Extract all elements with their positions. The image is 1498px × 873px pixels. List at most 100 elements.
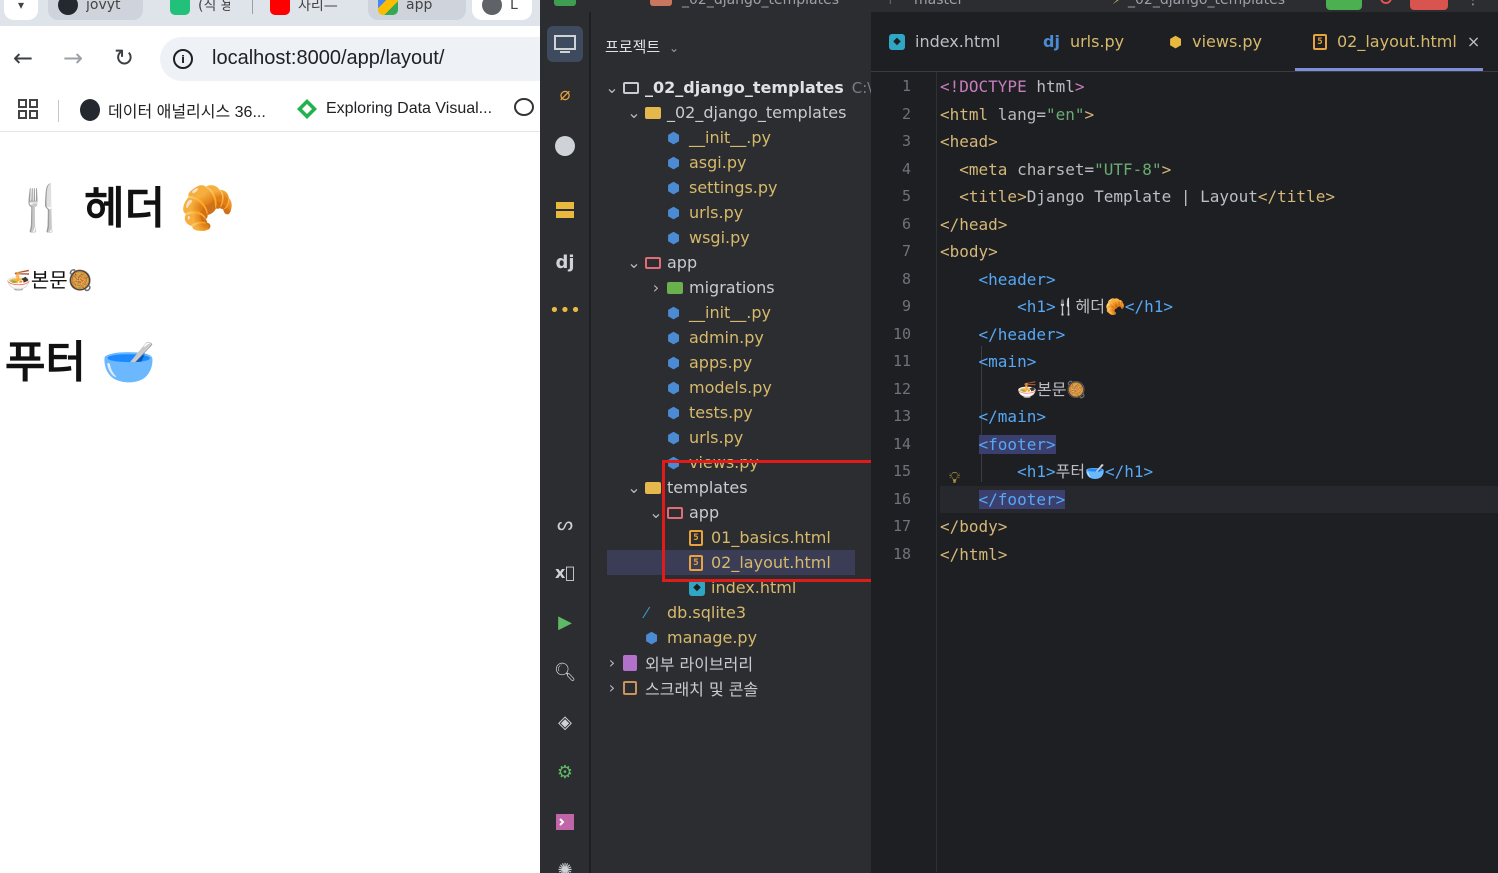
terminal-tool-button[interactable]: [547, 804, 583, 840]
code-line[interactable]: </header>: [940, 321, 1066, 348]
tree-item[interactable]: ⬢ wsgi.py: [591, 225, 871, 250]
code-token: </body>: [940, 517, 1008, 536]
code-line[interactable]: <html lang="en">: [940, 101, 1094, 128]
tree-item[interactable]: ⬢ manage.py: [591, 625, 871, 650]
code-token: Django Template | Layout: [1026, 187, 1258, 206]
code-line[interactable]: 🍜본문🥘: [940, 376, 1086, 403]
code-line[interactable]: </html>: [940, 541, 1007, 568]
code-line[interactable]: <title>Django Template | Layout</title>: [940, 183, 1335, 210]
tree-item[interactable]: ⌄ _02_django_templates: [591, 100, 871, 125]
settings-tool-button[interactable]: ⚙: [547, 754, 583, 790]
stop-button[interactable]: [1410, 0, 1448, 10]
code-line[interactable]: <h1>푸터🥣</h1>: [940, 458, 1153, 485]
title-run-config[interactable]: _02_django_templates: [1128, 0, 1285, 8]
code-line[interactable]: <meta charset="UTF-8">: [940, 156, 1171, 183]
editor-tab-views[interactable]: ⬢ views.py: [1169, 32, 1262, 51]
tree-item[interactable]: › migrations: [591, 275, 871, 300]
more-tools-button[interactable]: •••: [547, 292, 583, 328]
layers-tool-button[interactable]: ◈: [547, 704, 583, 740]
globe-icon: [482, 0, 502, 15]
code-line[interactable]: </body>: [940, 513, 1007, 540]
reload-button[interactable]: ↻: [110, 44, 138, 72]
code-line[interactable]: </head>: [940, 211, 1007, 238]
browser-tab[interactable]: 사리—: [260, 0, 350, 20]
browser-tab[interactable]: app: [368, 0, 466, 20]
code-token: </h1>: [1104, 462, 1154, 481]
title-branch[interactable]: master: [914, 0, 963, 8]
tree-item[interactable]: ⌄ app: [591, 250, 871, 275]
url-text[interactable]: localhost:8000/app/layout/: [212, 47, 444, 70]
django-tool-button[interactable]: dj: [547, 244, 583, 280]
tree-item[interactable]: ⬢ asgi.py: [591, 150, 871, 175]
run-tool-button[interactable]: ▶: [547, 604, 583, 640]
browser-tab-active[interactable]: L: [472, 0, 532, 20]
python-file-icon: ⬢: [667, 304, 689, 322]
browser-tab[interactable]: jovyt: [48, 0, 143, 20]
record-icon[interactable]: [1380, 0, 1392, 4]
tree-item[interactable]: ⬢ models.py: [591, 375, 871, 400]
tree-item-label: admin.py: [689, 328, 764, 347]
more-vertical-icon[interactable]: ⋮: [1466, 0, 1480, 8]
tree-item[interactable]: ⬢ tests.py: [591, 400, 871, 425]
address-bar[interactable]: i localhost:8000/app/layout/: [160, 37, 540, 81]
code-line[interactable]: <header>: [940, 266, 1056, 293]
tree-item[interactable]: ⬢ apps.py: [591, 350, 871, 375]
tree-item[interactable]: ⬢ __init__.py: [591, 300, 871, 325]
chevron-right-icon[interactable]: ›: [645, 278, 667, 297]
code-token: <main>: [978, 352, 1037, 371]
run-button[interactable]: [1326, 0, 1362, 10]
tree-item[interactable]: › 스크래치 및 콘솔: [591, 675, 871, 700]
code-line[interactable]: <head>: [940, 128, 998, 155]
code-editor: ◆ index.html dj urls.py ⬢ views.py 5 02_…: [871, 12, 1498, 873]
code-line[interactable]: <footer>: [940, 431, 1056, 458]
code-line[interactable]: <h1>🍴헤더🥐</h1>: [940, 293, 1173, 320]
back-button[interactable]: ←: [9, 44, 37, 72]
tree-item[interactable]: ⬢ __init__.py: [591, 125, 871, 150]
forward-button[interactable]: →: [59, 44, 87, 72]
editor-tab-layout-active[interactable]: 5 02_layout.html ×: [1313, 32, 1480, 51]
title-project-name[interactable]: _02_django_templates: [682, 0, 839, 8]
python-console-button[interactable]: ᔕ: [547, 506, 583, 542]
project-tool-button[interactable]: [547, 26, 583, 62]
github-tool-button[interactable]: [547, 128, 583, 164]
browser-tab[interactable]: (직 용: [160, 0, 240, 20]
tree-item[interactable]: ⬢ urls.py: [591, 425, 871, 450]
inspect-tool-button[interactable]: 🔍︎: [547, 654, 583, 690]
code-token: 푸터🥣: [1055, 462, 1105, 481]
editor-tab-urls[interactable]: dj urls.py: [1043, 32, 1124, 51]
close-tab-icon[interactable]: ×: [1467, 32, 1480, 51]
site-info-icon[interactable]: i: [173, 49, 193, 69]
bookmark-separator: [58, 100, 59, 122]
tree-item[interactable]: ⬢ urls.py: [591, 200, 871, 225]
lightbulb-icon[interactable]: 💡︎: [949, 468, 960, 488]
project-panel-header[interactable]: 프로젝트 ⌄: [605, 36, 679, 57]
tree-item[interactable]: › 외부 라이브러리: [591, 650, 871, 675]
code-line[interactable]: <body>: [940, 238, 998, 265]
excel-tool-button[interactable]: x⃞: [547, 554, 583, 590]
code-line[interactable]: <!DOCTYPE html>: [940, 73, 1085, 100]
tree-item[interactable]: ⬢ settings.py: [591, 175, 871, 200]
chevron-down-icon[interactable]: ⌄: [623, 103, 645, 122]
bookmark-item[interactable]: Exploring Data Visual...: [296, 98, 492, 120]
chevron-right-icon[interactable]: ›: [601, 678, 623, 697]
bookmark-item[interactable]: 데이터 애널리시스 36...: [80, 98, 266, 122]
code-line[interactable]: </footer>: [940, 485, 1498, 513]
chevron-down-icon[interactable]: ⌄: [623, 253, 645, 272]
apps-button[interactable]: [17, 98, 39, 120]
bookmark-item[interactable]: [514, 98, 534, 116]
structure-tool-button[interactable]: [547, 192, 583, 228]
chevron-right-icon[interactable]: ›: [601, 653, 623, 672]
tree-item[interactable]: ⬢ admin.py: [591, 325, 871, 350]
editor-tab-index[interactable]: ◆ index.html: [889, 32, 1000, 51]
tree-item-label: manage.py: [667, 628, 758, 647]
tab-search-dropdown[interactable]: ▾: [4, 0, 38, 20]
code-line[interactable]: <main>: [940, 348, 1037, 375]
code-line[interactable]: </main>: [940, 403, 1046, 430]
tree-item[interactable]: ⁄ db.sqlite3: [591, 600, 871, 625]
tree-item-label: db.sqlite3: [667, 603, 747, 622]
chevron-down-icon[interactable]: ⌄: [601, 78, 623, 97]
tree-item[interactable]: ⌄ _02_django_templates C:\Wo: [591, 75, 871, 100]
commit-tool-button[interactable]: ⌀: [547, 76, 583, 112]
chevron-down-icon[interactable]: ⌄: [623, 478, 645, 497]
problems-tool-button[interactable]: ✺: [547, 852, 583, 873]
